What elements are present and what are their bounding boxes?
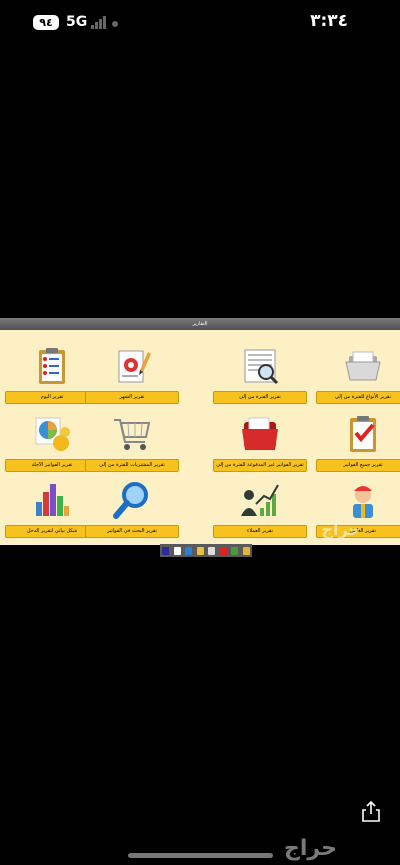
reports-grid: تقرير اليوم تقرير الشهر تقرير الفترة من … (0, 330, 400, 557)
search-magnifier-icon (113, 482, 148, 519)
tile-label: تقرير الشهر (85, 391, 179, 404)
tile-label: تقرير جميع الفواتير (316, 459, 400, 472)
network-type: 5G (66, 14, 88, 30)
red-folder-icon (242, 417, 278, 450)
tile-invoice-search-report[interactable]: تقرير البحث في الفواتير (85, 478, 179, 538)
taskbar-app-icon[interactable] (242, 546, 250, 555)
bar-chart-icon (36, 484, 69, 516)
taskbar-app-icon[interactable] (208, 546, 216, 555)
tile-label: تقرير العملاء (213, 525, 307, 538)
battery-indicator: ٩٤ (33, 15, 59, 30)
tile-purchases-report[interactable]: تقرير المشتريات للفترة من إلى (85, 412, 179, 472)
customers-growth-icon (241, 484, 279, 516)
home-indicator[interactable] (128, 853, 273, 858)
document-magnifier-icon (244, 349, 279, 385)
reports-window: التقارير تقرير اليوم تقرير الشهر تقرير ا… (0, 318, 400, 557)
tile-monthly-report[interactable]: تقرير الشهر (85, 344, 179, 404)
brand-logo: حراج (284, 836, 337, 861)
taskbar-app-icon[interactable] (173, 546, 181, 555)
document-pen-icon (118, 350, 151, 383)
taskbar (160, 544, 252, 557)
tile-label: تقرير الفواتير غير المدفوعة للفترة من إل… (213, 459, 307, 472)
shopping-cart-icon (114, 419, 151, 450)
taskbar-app-icon[interactable] (231, 546, 239, 555)
tile-types-report[interactable]: تقرير الأنواع للفترة من إلى (316, 344, 400, 404)
pie-chart-icon (35, 417, 70, 451)
share-icon[interactable] (360, 800, 382, 822)
dot-icon (112, 21, 118, 27)
taskbar-app-icon[interactable] (219, 546, 227, 555)
window-title: التقارير (0, 318, 400, 330)
tile-customers-report[interactable]: تقرير العملاء (213, 478, 307, 538)
taskbar-app-icon[interactable] (196, 546, 204, 555)
open-folder-icon (345, 351, 381, 381)
signal-icon (91, 16, 107, 29)
clipboard-checklist-icon (39, 348, 65, 384)
tile-label: تقرير المشتريات للفترة من إلى (85, 459, 179, 472)
tile-label: تقرير الفترة من إلى (213, 391, 307, 404)
status-bar: ٩٤ 5G ٣:٣٤ (0, 0, 400, 44)
taskbar-app-icon[interactable] (162, 546, 170, 555)
clock: ٣:٣٤ (310, 11, 348, 31)
tile-period-report[interactable]: تقرير الفترة من إلى (213, 344, 307, 404)
tile-label: تقرير البحث في الفواتير (85, 525, 179, 538)
tile-all-invoices-report[interactable]: تقرير جميع الفواتير (316, 412, 400, 472)
watermark: حراج (321, 520, 361, 539)
clipboard-check-icon (350, 416, 376, 452)
tile-unpaid-invoices-report[interactable]: تقرير الفواتير غير المدفوعة للفترة من إل… (213, 412, 307, 472)
taskbar-app-icon[interactable] (185, 546, 193, 555)
tile-label: تقرير الأنواع للفترة من إلى (316, 391, 400, 404)
worker-icon (353, 486, 373, 518)
